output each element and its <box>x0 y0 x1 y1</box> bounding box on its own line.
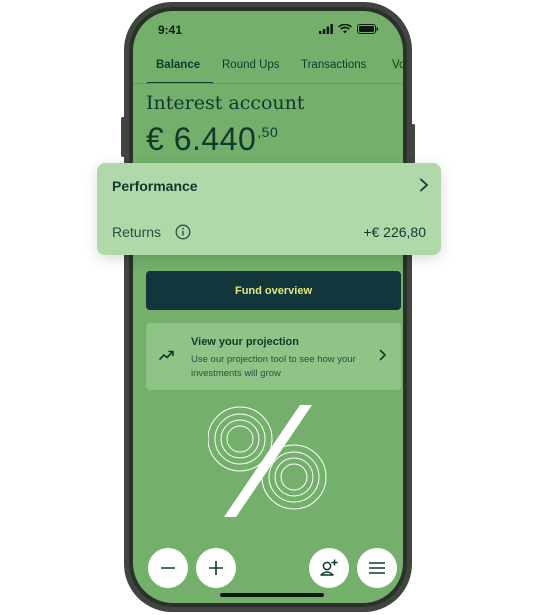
tab-vouchers[interactable]: Vou <box>392 59 403 71</box>
status-icons <box>319 24 379 34</box>
chevron-right-icon <box>420 178 428 192</box>
balance-decimals: ,50 <box>257 124 279 140</box>
info-icon[interactable] <box>175 224 191 240</box>
returns-value: +€ 226,80 <box>363 224 426 240</box>
returns-label: Returns <box>112 224 162 240</box>
phone-side-button-right <box>411 124 415 164</box>
app-screen: 9:41 Balance Round Ups Transactions Vo I… <box>133 11 403 603</box>
signal-icon <box>319 24 333 34</box>
tab-balance[interactable]: Balance <box>156 59 200 71</box>
tab-round-ups[interactable]: Round Ups <box>222 59 280 71</box>
projection-description: Use our projection tool to see how your … <box>191 354 356 379</box>
percent-decoration <box>208 405 327 517</box>
trending-up-icon <box>159 350 174 360</box>
phone-bezel: 9:41 Balance Round Ups Transactions Vo I… <box>129 7 407 607</box>
tab-divider <box>133 83 403 84</box>
balance-main: € 6.440 <box>146 121 257 157</box>
add-user-button[interactable] <box>309 548 349 588</box>
menu-icon <box>369 562 385 574</box>
status-time: 9:41 <box>158 23 183 37</box>
performance-title: Performance <box>112 178 198 194</box>
battery-icon <box>357 24 378 34</box>
home-indicator <box>220 593 324 597</box>
add-user-icon <box>320 559 338 576</box>
tab-bar: Balance Round Ups Transactions Vou <box>133 49 403 84</box>
projection-title: View your projection <box>191 336 299 348</box>
phone-frame: 9:41 Balance Round Ups Transactions Vo I… <box>121 2 415 612</box>
tab-transactions[interactable]: Transactions <box>301 59 366 71</box>
minus-icon <box>161 567 175 569</box>
plus-icon <box>209 561 223 575</box>
plus-button[interactable] <box>196 548 236 588</box>
performance-card[interactable]: Performance Returns +€ 226,80 <box>97 163 441 255</box>
phone-side-button-left <box>121 117 125 157</box>
projection-card[interactable]: View your projection Use our projection … <box>146 323 401 390</box>
menu-button[interactable] <box>357 548 397 588</box>
chevron-right-icon <box>379 349 386 361</box>
minus-button[interactable] <box>148 548 188 588</box>
fund-overview-button[interactable]: Fund overview <box>146 271 401 310</box>
account-title: Interest account <box>146 92 305 114</box>
account-balance: € 6.440,50 <box>146 121 278 158</box>
wifi-icon <box>338 24 352 34</box>
